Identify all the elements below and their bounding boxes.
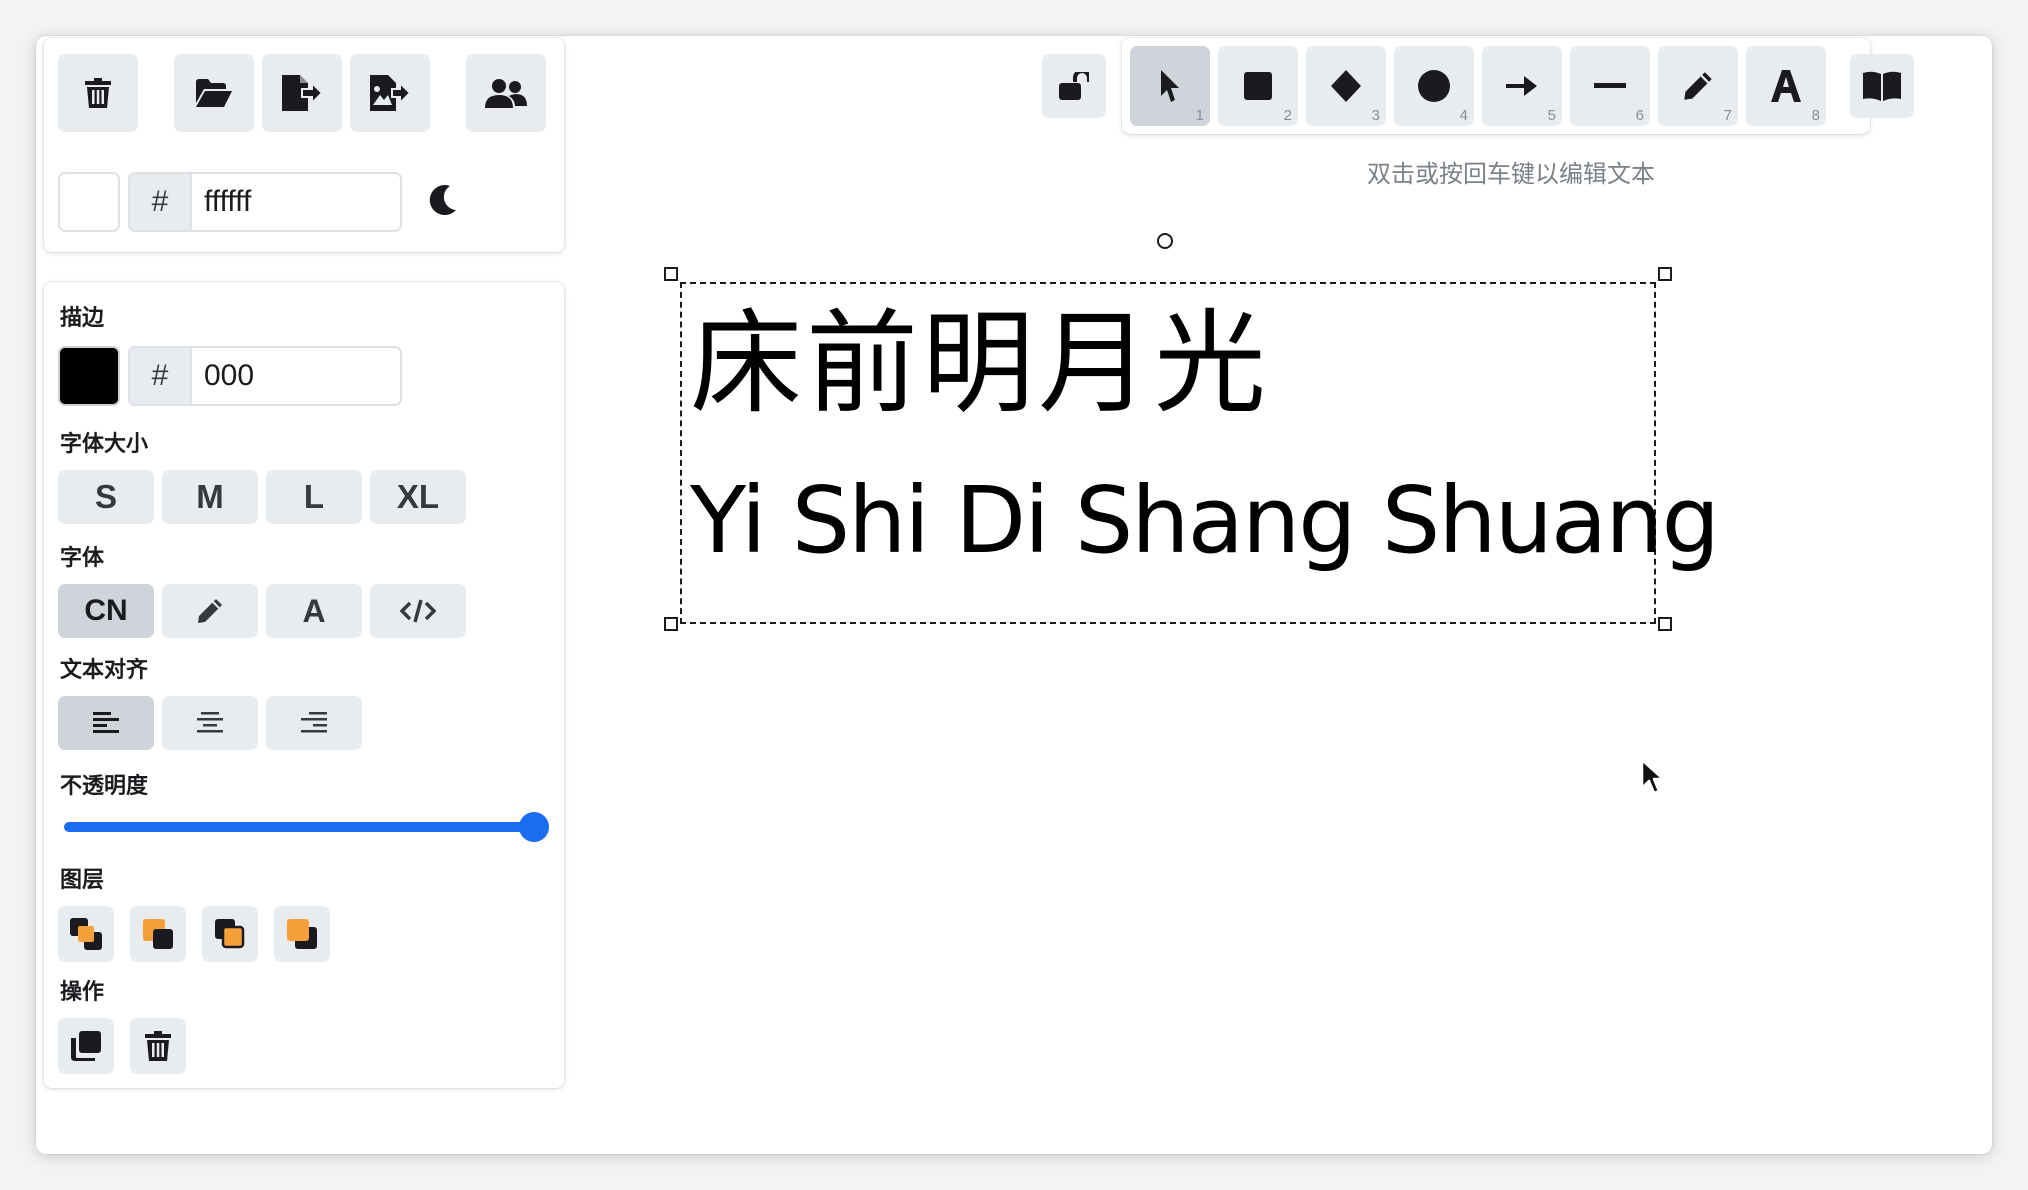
ellipse-icon	[1418, 70, 1450, 102]
align-left-icon	[93, 712, 119, 733]
arrow-icon	[1506, 76, 1537, 96]
font-code-button[interactable]	[370, 584, 466, 638]
delete-icon	[145, 1031, 171, 1061]
tool-shortcut: 8	[1811, 107, 1820, 124]
tool-shortcut: 1	[1195, 107, 1204, 124]
background-color-swatch[interactable]	[58, 172, 120, 232]
code-icon	[400, 599, 436, 623]
opacity-slider-fill	[64, 822, 534, 832]
actions-label: 操作	[60, 980, 105, 1005]
users-icon	[485, 79, 527, 108]
lock-button[interactable]	[1042, 54, 1106, 118]
align-center-icon	[197, 712, 223, 733]
pointer-icon	[1161, 70, 1179, 102]
align-center-button[interactable]	[162, 696, 258, 750]
rectangle-icon	[1244, 72, 1272, 100]
mouse-cursor-icon	[1640, 758, 1665, 795]
tool-draw[interactable]: 7	[1658, 46, 1738, 126]
stroke-label: 描边	[60, 306, 105, 331]
stroke-hash-label: #	[128, 346, 190, 406]
app-window: # 描边 # 字体大小 S M L XL 字体 CN A 文本对齐	[36, 36, 1992, 1154]
file-image-export-icon	[370, 75, 410, 111]
export-image-button[interactable]	[350, 54, 430, 132]
align-right-button[interactable]	[266, 696, 362, 750]
pencil-icon	[1684, 72, 1712, 100]
delete-button[interactable]	[130, 1018, 186, 1074]
opacity-slider[interactable]	[64, 812, 549, 842]
resize-handle-ne[interactable]	[1658, 267, 1672, 281]
tool-rectangle[interactable]: 2	[1218, 46, 1298, 126]
resize-handle-se[interactable]	[1658, 617, 1672, 631]
rotation-handle[interactable]	[1156, 232, 1174, 250]
diamond-icon	[1331, 70, 1361, 102]
stroke-color-input[interactable]	[190, 346, 402, 406]
book-open-icon	[1863, 71, 1901, 101]
font-handwritten-button[interactable]	[162, 584, 258, 638]
tool-selection[interactable]: 1	[1130, 46, 1210, 126]
duplicate-button[interactable]	[58, 1018, 114, 1074]
stroke-color-swatch[interactable]	[58, 346, 120, 406]
bring-to-front-icon	[287, 919, 317, 949]
duplicate-icon	[71, 1031, 101, 1061]
background-color-input[interactable]	[190, 172, 402, 232]
bring-to-front-button[interactable]	[274, 906, 330, 962]
trash-icon	[85, 78, 111, 108]
font-family-label: 字体	[60, 546, 105, 571]
file-export-icon	[282, 75, 322, 111]
delete-all-button[interactable]	[58, 54, 138, 132]
opacity-label: 不透明度	[60, 774, 149, 799]
font-size-xl-button[interactable]: XL	[370, 470, 466, 524]
main-menu-panel: #	[44, 38, 564, 252]
tool-ellipse[interactable]: 4	[1394, 46, 1474, 126]
bring-forward-button[interactable]	[202, 906, 258, 962]
opacity-slider-thumb[interactable]	[519, 812, 549, 842]
font-cn-button[interactable]: CN	[58, 584, 154, 638]
tool-line[interactable]: 6	[1570, 46, 1650, 126]
font-size-label: 字体大小	[60, 432, 149, 457]
tool-arrow[interactable]: 5	[1482, 46, 1562, 126]
unlock-icon	[1059, 72, 1089, 100]
send-backward-icon	[143, 919, 173, 949]
send-to-back-button[interactable]	[58, 906, 114, 962]
align-right-icon	[301, 712, 327, 733]
bring-forward-icon	[215, 919, 245, 949]
tool-shortcut: 6	[1635, 107, 1644, 124]
collaborate-button[interactable]	[466, 54, 546, 132]
send-to-back-icon	[70, 918, 102, 950]
properties-panel: 描边 # 字体大小 S M L XL 字体 CN A 文本对齐 不透明度	[44, 282, 564, 1088]
font-size-l-button[interactable]: L	[266, 470, 362, 524]
tool-shortcut: 4	[1459, 107, 1468, 124]
moon-icon[interactable]	[428, 184, 458, 216]
tool-shortcut: 7	[1723, 107, 1732, 124]
canvas-text-line-2: Yi Shi Di Shang Shuang	[690, 467, 1720, 574]
tool-text[interactable]: 8	[1746, 46, 1826, 126]
tool-shortcut: 2	[1283, 107, 1292, 124]
library-button[interactable]	[1850, 54, 1914, 118]
export-button[interactable]	[262, 54, 342, 132]
tool-shortcut: 5	[1547, 107, 1556, 124]
font-size-m-button[interactable]: M	[162, 470, 258, 524]
tool-diamond[interactable]: 3	[1306, 46, 1386, 126]
align-left-button[interactable]	[58, 696, 154, 750]
line-icon	[1594, 83, 1626, 88]
pencil-icon	[198, 599, 222, 623]
canvas-text-line-1: 床前明月光	[690, 299, 1270, 429]
send-backward-button[interactable]	[130, 906, 186, 962]
shapes-toolbar: 1 2 3 4 5 6 7 8	[1122, 38, 1870, 134]
open-button[interactable]	[174, 54, 254, 132]
background-hash-label: #	[128, 172, 190, 232]
resize-handle-sw[interactable]	[664, 617, 678, 631]
text-align-label: 文本对齐	[60, 658, 149, 683]
tool-shortcut: 3	[1371, 107, 1380, 124]
folder-open-icon	[196, 79, 232, 107]
font-normal-button[interactable]: A	[266, 584, 362, 638]
text-icon	[1771, 70, 1801, 102]
layers-label: 图层	[60, 868, 105, 893]
font-size-s-button[interactable]: S	[58, 470, 154, 524]
resize-handle-nw[interactable]	[664, 267, 678, 281]
